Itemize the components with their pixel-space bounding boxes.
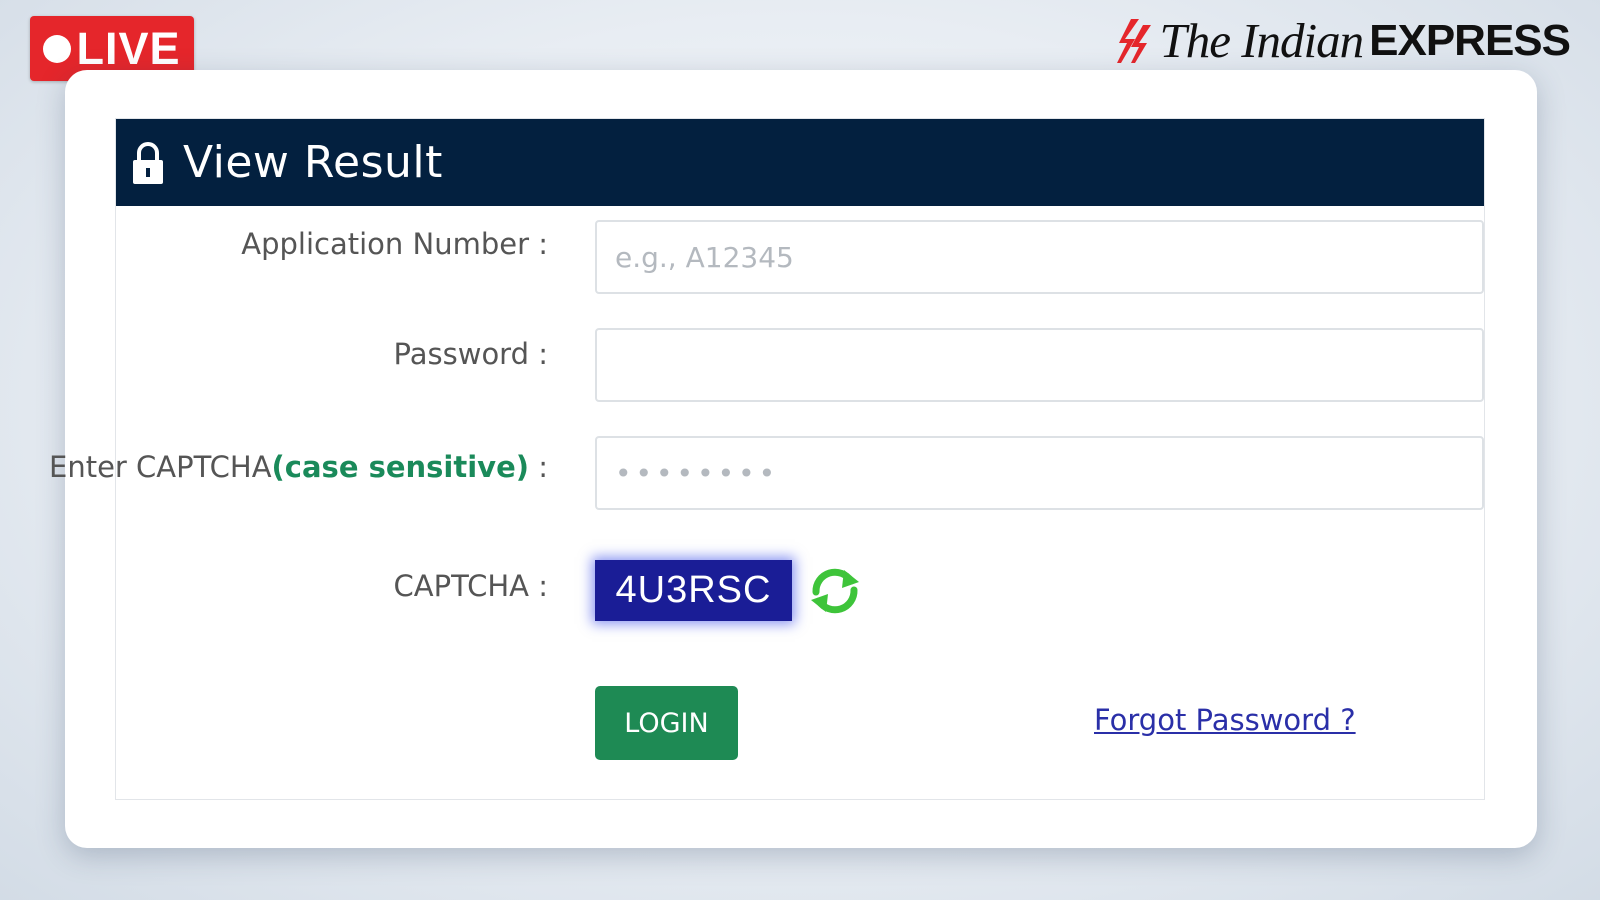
refresh-icon[interactable] [806, 562, 864, 620]
password-label: Password : [393, 337, 548, 371]
brand-suffix: EXPRESS [1369, 15, 1571, 65]
brand-logo-mark-icon [1117, 18, 1152, 63]
lock-icon [133, 141, 163, 184]
view-result-panel: View Result Application Number : Passwor… [49, 118, 1485, 800]
captcha-label: CAPTCHA : [393, 569, 548, 603]
captcha-input-label-main: Enter CAPTCHA [49, 450, 272, 484]
forgot-password-link[interactable]: Forgot Password ? [1094, 703, 1356, 737]
live-label: LIVE [76, 22, 181, 74]
application-number-label: Application Number : [241, 227, 548, 261]
case-sensitive-hint: (case sensitive) [271, 450, 529, 484]
login-button[interactable]: LOGIN [595, 686, 738, 760]
live-dot-icon [43, 34, 72, 63]
captcha-image: 4U3RSC [595, 560, 792, 621]
application-number-input[interactable] [595, 220, 1484, 294]
page-title: View Result [183, 137, 443, 188]
panel-header: View Result [116, 119, 1484, 206]
captcha-input-label-suffix: : [529, 450, 548, 484]
result-card: View Result Application Number : Passwor… [49, 70, 1537, 848]
captcha-input-label: Enter CAPTCHA(case sensitive) : [49, 443, 548, 491]
captcha-input[interactable] [595, 436, 1484, 510]
password-input[interactable] [595, 328, 1484, 402]
brand-logo: The Indian EXPRESS [1117, 12, 1571, 69]
brand-name: The Indian [1159, 13, 1364, 68]
